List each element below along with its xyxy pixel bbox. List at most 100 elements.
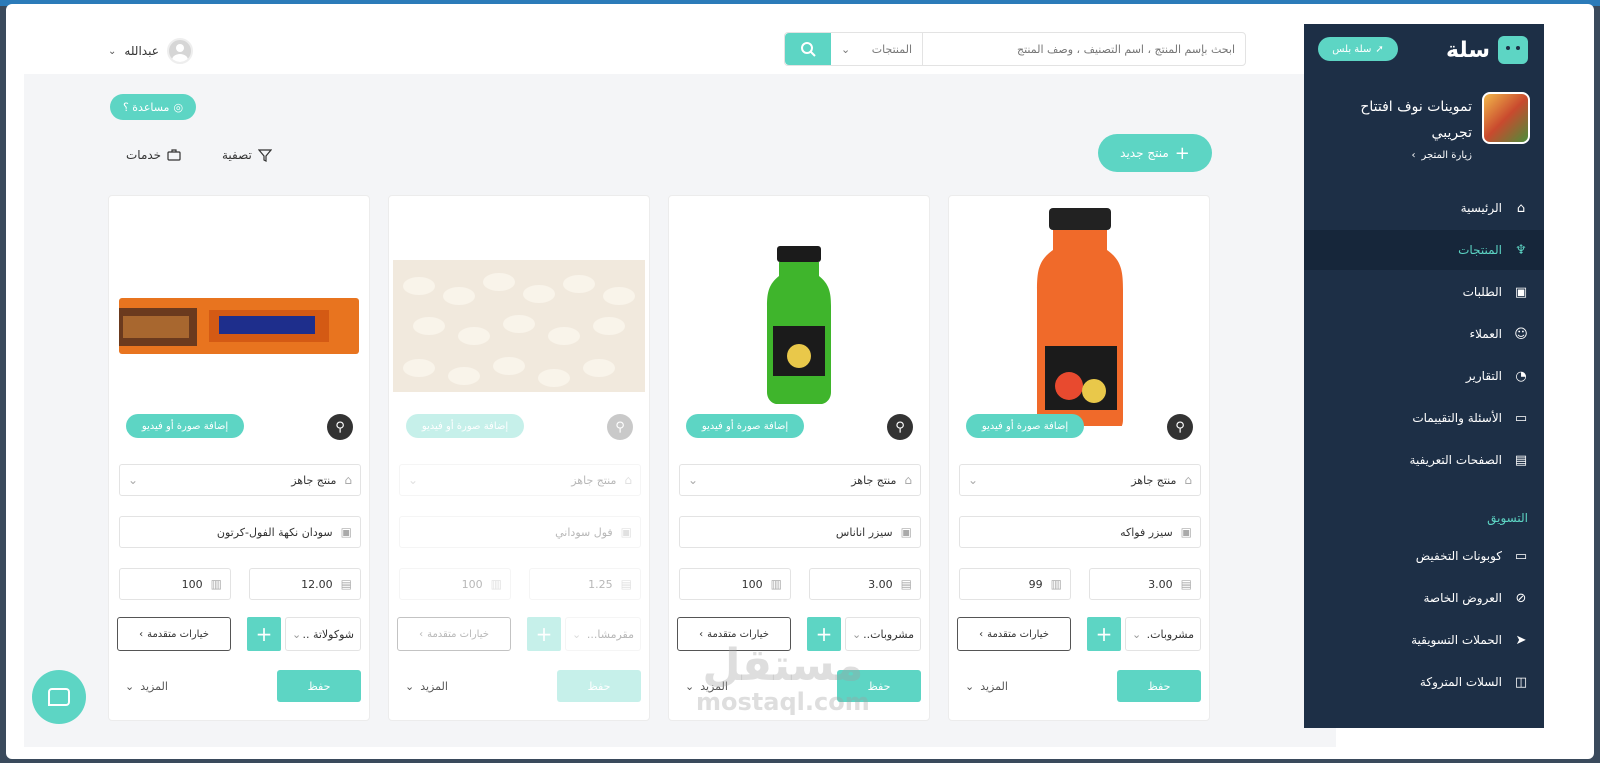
- sidebar-item-reviews[interactable]: ▭ الأسئلة والتقييمات: [1304, 398, 1544, 438]
- search-input[interactable]: [923, 33, 1245, 65]
- advanced-options-button[interactable]: خيارات متقدمة ›: [957, 617, 1071, 651]
- add-category-button[interactable]: +: [1087, 617, 1121, 651]
- quantity-input[interactable]: ▥ 99: [959, 568, 1071, 600]
- product-name: فول سوداني: [555, 525, 613, 539]
- sidebar-item-customers[interactable]: ☺ العملاء: [1304, 314, 1544, 354]
- add-category-button[interactable]: +: [527, 617, 561, 651]
- pin-button[interactable]: ⚲: [607, 414, 633, 440]
- search-scope-select[interactable]: المنتجات ⌄: [831, 33, 923, 65]
- chat-button[interactable]: [32, 670, 86, 724]
- tag-icon: ⌂: [1184, 473, 1192, 487]
- category-select[interactable]: مقرمشا... ⌄: [565, 617, 641, 651]
- lifebuoy-icon: ◎: [173, 100, 184, 114]
- watermark: مستقل mostaql.com: [696, 644, 870, 717]
- pin-icon: ⚲: [615, 419, 625, 435]
- name-icon: ▣: [900, 525, 912, 539]
- product-name-input[interactable]: ▣ فول سوداني: [399, 516, 641, 548]
- add-media-button[interactable]: إضافة صورة أو فيديو: [406, 414, 524, 438]
- product-type-select[interactable]: ⌂ منتج جاهز ⌄: [119, 464, 361, 496]
- price-input[interactable]: ▤ 12.00: [249, 568, 361, 600]
- sidebar-item-label: العملاء: [1469, 327, 1502, 341]
- quantity-input[interactable]: ▥ 100: [119, 568, 231, 600]
- advanced-options-button[interactable]: خيارات متقدمة ›: [117, 617, 231, 651]
- search-button[interactable]: [785, 33, 831, 65]
- product-image[interactable]: [389, 196, 649, 426]
- more-button[interactable]: المزيد ⌄: [965, 680, 1008, 693]
- chat-icon: ▭: [1514, 410, 1528, 426]
- save-button[interactable]: حفظ: [557, 670, 641, 702]
- sidebar-item-home[interactable]: ⌂ الرئيسية: [1304, 188, 1544, 228]
- price-input[interactable]: ▤ 1.25: [529, 568, 641, 600]
- price-input[interactable]: ▤ 3.00: [809, 568, 921, 600]
- pin-button[interactable]: ⚲: [887, 414, 913, 440]
- add-media-button[interactable]: إضافة صورة أو فيديو: [686, 414, 804, 438]
- sidebar-item-offers[interactable]: ⊘ العروض الخاصة: [1304, 578, 1544, 618]
- sidebar-item-label: الحملات التسويقية: [1411, 633, 1502, 647]
- visit-store-link[interactable]: زيارة المتجر ›: [1411, 150, 1472, 161]
- price-input[interactable]: ▤ 3.00: [1089, 568, 1201, 600]
- product-image[interactable]: [109, 196, 369, 426]
- category-select[interactable]: مشروبات. ⌄: [1125, 617, 1201, 651]
- chevron-left-icon: ›: [419, 628, 424, 640]
- sidebar-item-products[interactable]: ♆ المنتجات: [1304, 230, 1544, 270]
- new-product-button[interactable]: + منتج جديد: [1098, 134, 1212, 172]
- chevron-down-icon: ⌄: [125, 680, 135, 693]
- product-name-input[interactable]: ▣ سيزر اناناس: [679, 516, 921, 548]
- product-type-select[interactable]: ⌂ منتج جاهز ⌄: [679, 464, 921, 496]
- chat-icon: [48, 688, 70, 706]
- more-button[interactable]: المزيد ⌄: [125, 680, 168, 693]
- product-name-input[interactable]: ▣ سودان نكهة الفول-كرتون: [119, 516, 361, 548]
- filter-button[interactable]: تصفية: [222, 148, 272, 162]
- save-button[interactable]: حفظ: [1117, 670, 1201, 702]
- plus-icon: +: [1095, 622, 1113, 646]
- add-media-button[interactable]: إضافة صورة أو فيديو: [126, 414, 244, 438]
- plus-icon: +: [255, 622, 273, 646]
- brand[interactable]: سلة: [1446, 36, 1528, 64]
- plus-icon: +: [1174, 142, 1190, 164]
- salla-plus-button[interactable]: ➚ سلة بلس: [1318, 37, 1398, 61]
- user-menu[interactable]: عبدالله ⌄: [108, 38, 193, 64]
- help-button[interactable]: ◎ مساعدة ؟: [110, 94, 196, 120]
- pin-button[interactable]: ⚲: [1167, 414, 1193, 440]
- inventory-icon: ▥: [770, 577, 782, 591]
- filter-label: تصفية: [222, 148, 252, 162]
- sidebar-item-campaigns[interactable]: ➤ الحملات التسويقية: [1304, 620, 1544, 660]
- plus-badge-label: سلة بلس: [1332, 43, 1372, 55]
- chevron-down-icon: ⌄: [841, 42, 851, 56]
- sidebar-item-orders[interactable]: ▣ الطلبات: [1304, 272, 1544, 312]
- add-media-button[interactable]: إضافة صورة أو فيديو: [966, 414, 1084, 438]
- advanced-options-label: خيارات متقدمة: [427, 628, 489, 640]
- inventory-icon: ▥: [1050, 577, 1062, 591]
- product-image[interactable]: [669, 196, 929, 426]
- briefcase-icon: [167, 149, 181, 161]
- search-bar: المنتجات ⌄: [784, 32, 1246, 66]
- category-select[interactable]: شوكولاتة .. ⌄: [285, 617, 361, 651]
- chevron-down-icon: ⌄: [965, 680, 975, 693]
- product-type-select[interactable]: ⌂ منتج جاهز ⌄: [399, 464, 641, 496]
- product-name-input[interactable]: ▣ سيزر فواكه: [959, 516, 1201, 548]
- sidebar-item-pages[interactable]: ▤ الصفحات التعريفية: [1304, 440, 1544, 480]
- product-type: منتج جاهز: [1131, 473, 1177, 487]
- sidebar-item-abandoned-carts[interactable]: ◫ السلات المتروكة: [1304, 662, 1544, 702]
- name-icon: ▣: [340, 525, 352, 539]
- users-icon: ☺: [1514, 326, 1528, 342]
- sidebar-item-reports[interactable]: ◔ التقارير: [1304, 356, 1544, 396]
- pin-button[interactable]: ⚲: [327, 414, 353, 440]
- add-category-button[interactable]: +: [247, 617, 281, 651]
- ticket-icon: ▭: [1514, 548, 1528, 564]
- product-type-select[interactable]: ⌂ منتج جاهز ⌄: [959, 464, 1201, 496]
- cart-icon: ◫: [1514, 674, 1528, 690]
- product-qty: 100: [181, 577, 203, 591]
- save-button[interactable]: حفظ: [277, 670, 361, 702]
- sidebar-item-coupons[interactable]: ▭ كوبونات التخفيض: [1304, 536, 1544, 576]
- sidebar-item-label: الطلبات: [1462, 285, 1502, 299]
- product-image[interactable]: [949, 196, 1209, 426]
- chevron-left-icon: ›: [139, 628, 144, 640]
- product-category: مشروبات.: [1146, 627, 1194, 641]
- services-button[interactable]: خدمات: [126, 148, 181, 162]
- quantity-input[interactable]: ▥ 100: [679, 568, 791, 600]
- advanced-options-button[interactable]: خيارات متقدمة ›: [397, 617, 511, 651]
- more-button[interactable]: المزيد ⌄: [405, 680, 448, 693]
- quantity-input[interactable]: ▥ 100: [399, 568, 511, 600]
- product-type: منتج جاهز: [291, 473, 337, 487]
